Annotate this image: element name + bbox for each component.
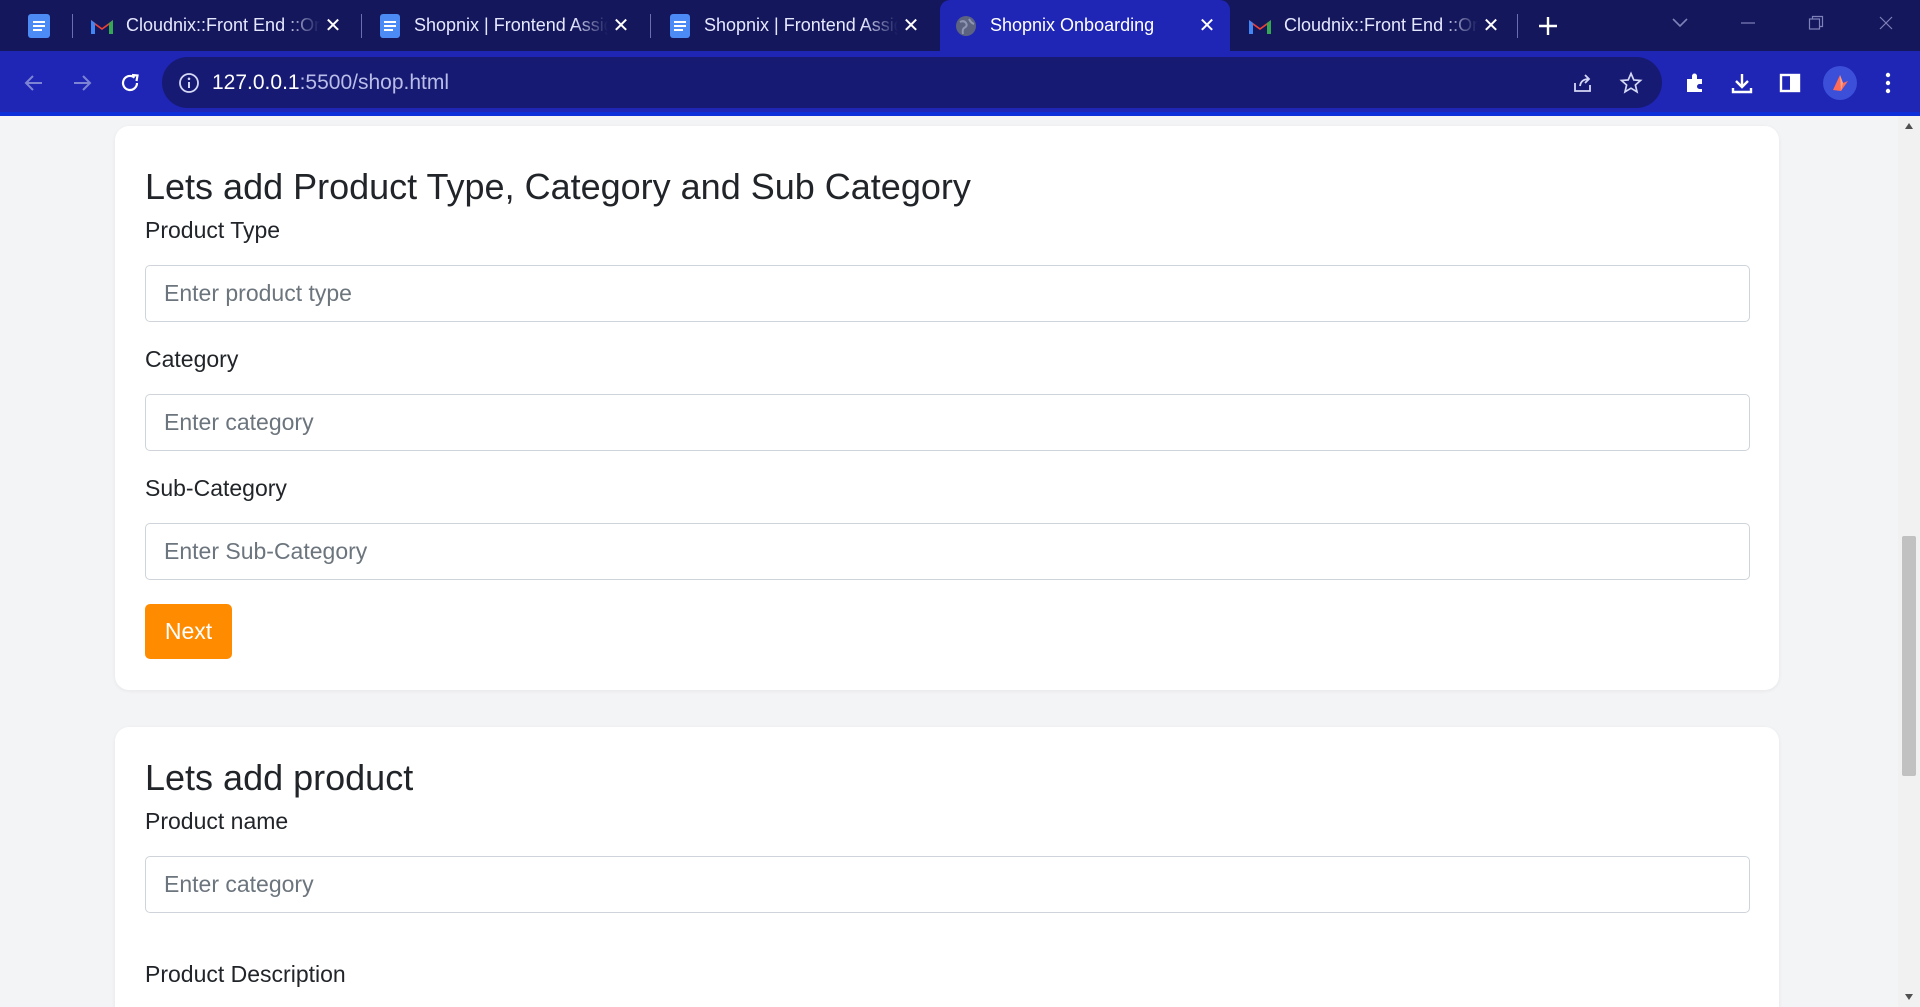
product-description-label: Product Description (145, 961, 346, 987)
caret-up-icon (1905, 123, 1913, 129)
tab-title: Shopnix | Frontend Assignment (414, 15, 608, 35)
product-name-input[interactable] (145, 856, 1750, 913)
gmail-icon (90, 14, 114, 38)
close-icon (1879, 16, 1893, 30)
category-label: Category (145, 346, 239, 372)
tab-title: Cloudnix::Front End ::Onboarding (126, 15, 320, 35)
docs-icon (28, 14, 50, 38)
url-text[interactable]: 127.0.0.1:5500/shop.html (212, 71, 449, 95)
tab-title: Shopnix Onboarding (990, 15, 1155, 35)
close-tab-icon[interactable]: ✕ (608, 13, 634, 39)
avatar-icon (1833, 75, 1848, 91)
new-tab-button[interactable] (1532, 10, 1564, 42)
arrow-left-icon (24, 75, 42, 91)
tab-title: Shopnix | Frontend Assignment (704, 15, 898, 35)
reload-icon (121, 73, 139, 92)
docs-icon (668, 13, 692, 38)
url-path: :5500/shop.html (299, 70, 450, 94)
chevron-down-icon (1672, 18, 1688, 28)
tab-cloudnix-2[interactable]: Cloudnix::Front End ::Onboarding ✕ (1234, 0, 1514, 51)
forward-button[interactable] (64, 65, 100, 101)
extensions-icon[interactable] (1680, 68, 1710, 98)
menu-kebab-icon[interactable] (1873, 68, 1903, 98)
docs-pinned-tab[interactable] (26, 13, 52, 39)
info-icon[interactable] (178, 72, 200, 94)
tab-shopnix-assignment-2[interactable]: Shopnix | Frontend Assignment ✕ (654, 0, 934, 51)
tab-shopnix-onboarding[interactable]: Shopnix Onboarding ✕ (940, 0, 1230, 51)
tab-cloudnix-1[interactable]: Cloudnix::Front End ::Onboarding ✕ (76, 0, 356, 51)
scroll-up-arrow[interactable] (1898, 116, 1920, 136)
tab-title: Cloudnix::Front End ::Onboarding (1284, 15, 1478, 35)
globe-icon (954, 14, 978, 38)
tab-separator (1517, 14, 1518, 38)
category-input[interactable] (145, 394, 1750, 451)
page-scrollbar[interactable] (1898, 116, 1920, 1007)
tab-separator (72, 14, 73, 38)
docs-icon (378, 13, 402, 38)
tab-separator (650, 14, 651, 38)
scrollbar-thumb[interactable] (1902, 536, 1916, 776)
tab-shopnix-assignment-1[interactable]: Shopnix | Frontend Assignment ✕ (364, 0, 644, 51)
minimize-button[interactable] (1728, 8, 1768, 38)
subcategory-label: Sub-Category (145, 475, 287, 501)
back-button[interactable] (16, 65, 52, 101)
product-name-label: Product name (145, 808, 289, 834)
plus-icon (1539, 17, 1557, 35)
scroll-down-arrow[interactable] (1898, 987, 1920, 1007)
minimize-icon (1741, 22, 1755, 24)
close-tab-icon[interactable]: ✕ (320, 13, 346, 39)
add-product-card: Lets add product Product name Product De… (115, 727, 1779, 1007)
caret-down-icon (1905, 994, 1913, 1000)
tab-separator (361, 14, 362, 38)
subcategory-input[interactable] (145, 523, 1750, 580)
close-window-button[interactable] (1866, 8, 1906, 38)
product-type-label: Product Type (145, 217, 281, 243)
gmail-icon (1248, 14, 1272, 38)
download-icon[interactable] (1727, 68, 1757, 98)
section-heading: Lets add Product Type, Category and Sub … (145, 166, 971, 207)
arrow-right-icon (74, 75, 92, 91)
profile-avatar[interactable] (1823, 66, 1857, 100)
page-viewport: Lets add Product Type, Category and Sub … (0, 116, 1898, 1007)
section-heading: Lets add product (145, 757, 414, 798)
restore-icon (1808, 15, 1824, 30)
next-button[interactable]: Next (145, 604, 232, 659)
tab-search-button[interactable] (1660, 8, 1700, 38)
tab-strip: Cloudnix::Front End ::Onboarding ✕ Shopn… (0, 0, 1920, 51)
share-icon[interactable] (1570, 70, 1596, 96)
restore-button[interactable] (1796, 8, 1836, 38)
reload-button[interactable] (112, 65, 148, 101)
side-panel-icon[interactable] (1775, 68, 1805, 98)
browser-toolbar: 127.0.0.1:5500/shop.html (0, 51, 1920, 115)
address-bar[interactable]: 127.0.0.1:5500/shop.html (162, 57, 1662, 108)
close-tab-icon[interactable]: ✕ (1194, 13, 1220, 39)
close-tab-icon[interactable]: ✕ (1478, 13, 1504, 39)
url-host: 127.0.0.1 (212, 70, 300, 94)
type-category-card: Lets add Product Type, Category and Sub … (115, 126, 1779, 690)
close-tab-icon[interactable]: ✕ (898, 13, 924, 39)
bookmark-star-icon[interactable] (1618, 70, 1644, 96)
product-type-input[interactable] (145, 265, 1750, 322)
